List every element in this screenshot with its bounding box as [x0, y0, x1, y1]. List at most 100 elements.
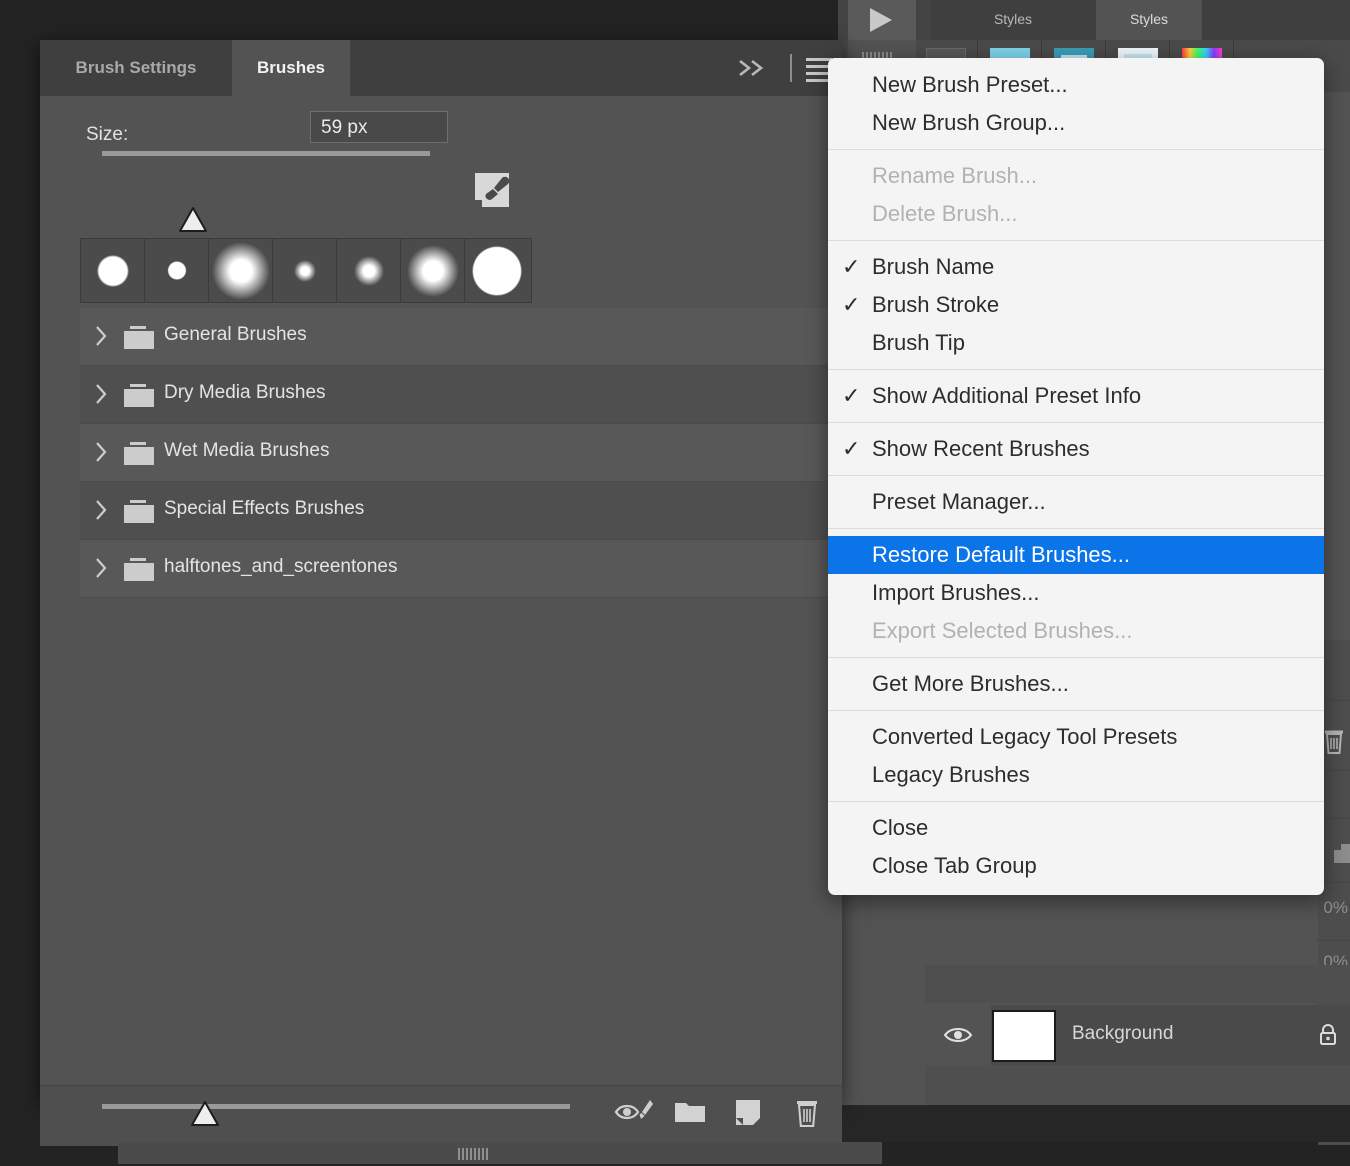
menu-item[interactable]: Restore Default Brushes... — [828, 536, 1324, 574]
new-brush-preset-icon[interactable] — [732, 1096, 772, 1130]
tab-extra[interactable] — [1202, 0, 1350, 40]
list-item[interactable]: halftones_and_screentones — [80, 540, 842, 598]
layer-visibility-cell[interactable] — [925, 1005, 991, 1065]
new-group-folder-icon[interactable] — [672, 1096, 712, 1130]
brush-tool-icon[interactable] — [472, 170, 512, 210]
size-input[interactable]: 59 px — [310, 111, 448, 143]
chevron-right-icon[interactable] — [94, 440, 108, 464]
menu-item-label: Brush Tip — [872, 330, 965, 355]
menu-item[interactable]: Brush Tip — [828, 324, 1324, 362]
expand-chevrons-icon[interactable] — [736, 57, 770, 79]
recent-brush-thumbnail[interactable] — [145, 239, 209, 302]
menu-item-label: New Brush Group... — [872, 110, 1066, 135]
photoshop-screen: Styles Styles 0% 0% Background Brush Set… — [0, 0, 1350, 1164]
menu-item[interactable]: ✓ Show Additional Preset Info — [828, 377, 1324, 415]
tab-brushes[interactable]: Brushes — [232, 40, 350, 96]
opacity-value: 0% — [1323, 898, 1348, 917]
menu-item[interactable]: Legacy Brushes — [828, 756, 1324, 794]
menu-item[interactable]: Preset Manager... — [828, 483, 1324, 521]
menu-item-label: Converted Legacy Tool Presets — [872, 724, 1178, 749]
folder-label: Wet Media Brushes — [164, 440, 330, 461]
checkmark-icon: ✓ — [842, 383, 861, 408]
footer-slider-thumb[interactable] — [188, 1100, 222, 1128]
recent-brushes-row — [80, 238, 532, 303]
tab-styles-active[interactable]: Styles — [1096, 0, 1202, 40]
chevron-right-icon[interactable] — [94, 556, 108, 580]
chevron-right-icon[interactable] — [94, 324, 108, 348]
menu-item: Export Selected Brushes... — [828, 612, 1324, 650]
medium-soft-round-brush — [407, 244, 459, 297]
tab-brushes-label: Brushes — [256, 58, 326, 77]
list-item[interactable]: Special Effects Brushes — [80, 482, 842, 540]
menu-item[interactable]: Close Tab Group — [828, 847, 1324, 885]
menu-separator — [828, 240, 1324, 241]
recent-brush-thumbnail[interactable] — [401, 239, 465, 302]
soft-flat-oval-brush — [340, 255, 398, 286]
tab-styles-inactive[interactable]: Styles — [930, 0, 1096, 40]
menu-separator — [828, 369, 1324, 370]
checkmark-icon: ✓ — [842, 436, 861, 461]
menu-separator — [828, 475, 1324, 476]
brush-size-area: Size: 59 px — [40, 96, 842, 194]
recent-brush-thumbnail[interactable] — [273, 239, 337, 302]
menu-item[interactable]: Get More Brushes... — [828, 665, 1324, 703]
menu-item-label: Import Brushes... — [872, 580, 1040, 605]
menu-item-label: Brush Stroke — [872, 292, 1000, 317]
menu-item[interactable]: ✓ Brush Stroke — [828, 286, 1324, 324]
menu-item-label: Brush Name — [872, 254, 995, 279]
menu-item[interactable]: Converted Legacy Tool Presets — [828, 718, 1324, 756]
toggle-brush-preview-icon[interactable] — [614, 1096, 654, 1130]
chevron-right-icon[interactable] — [94, 382, 108, 406]
tab-styles-inactive-label: Styles — [993, 11, 1033, 27]
recent-brush-thumbnail[interactable] — [81, 239, 145, 302]
delete-brush-icon[interactable] — [790, 1096, 830, 1130]
recent-brush-thumbnail[interactable] — [337, 239, 401, 302]
footer-icon-group — [610, 1094, 840, 1134]
eye-visibility-icon[interactable] — [943, 1025, 973, 1045]
recent-brush-thumbnail[interactable] — [465, 239, 529, 302]
menu-item[interactable]: New Brush Preset... — [828, 66, 1324, 104]
tab-brush-settings-label: Brush Settings — [75, 58, 197, 77]
hard-round-brush — [472, 245, 522, 296]
menu-item[interactable]: ✓ Show Recent Brushes — [828, 430, 1324, 468]
list-item[interactable]: General Brushes — [80, 308, 842, 366]
tab-brush-settings[interactable]: Brush Settings — [40, 40, 232, 96]
list-item[interactable]: Wet Media Brushes — [80, 424, 842, 482]
menu-separator — [828, 422, 1324, 423]
menu-item[interactable]: New Brush Group... — [828, 104, 1324, 142]
folder-icon — [122, 557, 158, 583]
play-action-button[interactable] — [848, 0, 916, 40]
brushes-panel-context-menu: New Brush Preset... New Brush Group... Ren… — [828, 58, 1324, 895]
menu-item-label: Close — [872, 815, 929, 840]
tiny-soft-round-brush — [294, 259, 316, 282]
menu-item-label: New Brush Preset... — [872, 72, 1068, 97]
menu-item-label: Preset Manager... — [872, 489, 1046, 514]
menu-item-label: Restore Default Brushes... — [872, 542, 1131, 567]
size-slider-track[interactable] — [102, 151, 430, 156]
layer-thumbnail[interactable] — [992, 1010, 1056, 1062]
size-slider-thumb[interactable] — [176, 206, 210, 234]
brushes-panel-footer — [40, 1085, 842, 1146]
size-input-value: 59 px — [321, 117, 368, 138]
folder-icon — [122, 499, 158, 525]
menu-item[interactable]: Close — [828, 809, 1324, 847]
list-item[interactable]: Dry Media Brushes — [80, 366, 842, 424]
chevron-right-icon[interactable] — [94, 498, 108, 522]
lock-icon[interactable] — [1315, 1022, 1341, 1048]
menu-item[interactable]: Import Brushes... — [828, 574, 1324, 612]
panel-resize-strip[interactable] — [118, 1142, 882, 1164]
large-soft-round-brush — [212, 241, 270, 300]
menu-item-label: Show Recent Brushes — [872, 436, 1090, 461]
menu-item-label: Get More Brushes... — [872, 671, 1069, 696]
folder-label: General Brushes — [164, 324, 307, 345]
menu-separator — [828, 149, 1324, 150]
duplicate-layer-icon[interactable] — [1330, 840, 1350, 870]
footer-slider-track[interactable] — [102, 1104, 570, 1109]
menu-separator — [828, 528, 1324, 529]
menu-item-label: Legacy Brushes — [872, 762, 1030, 787]
play-triangle-icon — [870, 8, 892, 32]
recent-brush-thumbnail[interactable] — [209, 239, 273, 302]
menu-item-label: Rename Brush... — [872, 163, 1038, 188]
menu-item[interactable]: ✓ Brush Name — [828, 248, 1324, 286]
menu-separator — [828, 801, 1324, 802]
